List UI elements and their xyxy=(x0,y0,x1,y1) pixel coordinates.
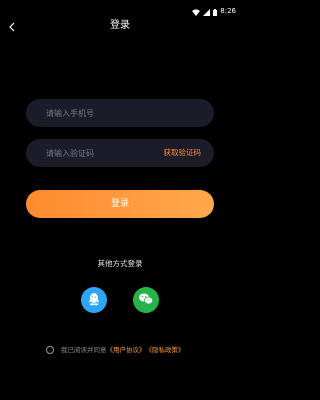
get-code-button[interactable]: 获取验证码 xyxy=(164,147,202,159)
code-input[interactable] xyxy=(46,148,156,158)
page-title: 登录 xyxy=(110,20,130,31)
login-screen: 8:26 登录 获取验证码 登录 其他方式登录 xyxy=(0,0,240,400)
agreement: 我已阅读并同意 《用户协议》 《隐私政策》 xyxy=(46,344,185,356)
agreement-text: 我已阅读并同意 xyxy=(61,346,107,354)
other-login-label: 其他方式登录 xyxy=(97,259,143,268)
code-field: 获取验证码 xyxy=(26,139,214,167)
privacy-policy-link[interactable]: 《隐私政策》 xyxy=(146,344,185,356)
nav-bar: 登录 xyxy=(0,14,240,38)
qq-login-button[interactable] xyxy=(81,287,107,313)
status-bar: 8:26 xyxy=(0,0,240,16)
phone-input[interactable] xyxy=(46,108,156,118)
phone-field xyxy=(26,99,214,127)
qq-icon xyxy=(87,291,101,310)
agree-checkbox[interactable] xyxy=(46,346,54,354)
user-agreement-link[interactable]: 《用户协议》 xyxy=(107,344,146,356)
wechat-login-button[interactable] xyxy=(133,287,159,313)
wechat-icon xyxy=(138,291,154,310)
login-button[interactable]: 登录 xyxy=(26,190,214,218)
